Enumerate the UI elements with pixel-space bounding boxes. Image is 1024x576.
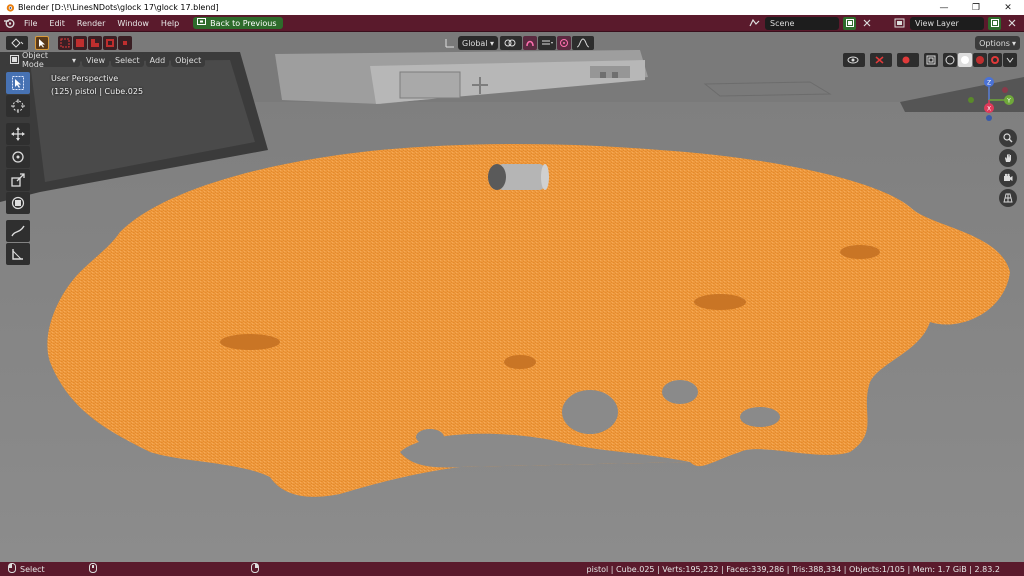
view-layer-field[interactable]: View Layer [910, 16, 984, 30]
chevron-down-icon: ▾ [489, 38, 494, 48]
scale-tool-icon[interactable] [6, 169, 30, 191]
transform-orientation-icon[interactable] [443, 36, 457, 50]
object-mode-label: Object Mode [22, 51, 49, 69]
screen-icon [197, 18, 207, 28]
scene-render [0, 32, 1024, 562]
snap-settings-icon[interactable] [538, 36, 556, 50]
chevron-down-icon: ▾ [71, 55, 76, 65]
menu-file[interactable]: File [18, 19, 43, 28]
menu-edit[interactable]: Edit [43, 19, 71, 28]
shading-options-chevron-icon[interactable] [1003, 53, 1017, 67]
mouse-left-icon [8, 563, 16, 575]
blender-logo-icon [2, 1, 16, 15]
blender-menu-icon[interactable] [0, 17, 18, 29]
menu-view[interactable]: View [82, 53, 109, 67]
xray-icon[interactable] [924, 53, 938, 67]
scene-statistics: pistol | Cube.025 | Verts:195,232 | Face… [586, 564, 1000, 574]
mouse-right-icon [250, 563, 259, 575]
back-to-previous-button[interactable]: Back to Previous [193, 17, 283, 29]
editor-type-icon[interactable] [6, 36, 28, 50]
menu-object[interactable]: Object [171, 53, 206, 67]
select-subtract-icon[interactable] [88, 36, 102, 50]
object-mode-dropdown[interactable]: Object Mode ▾ [6, 51, 80, 69]
viewport-info: User Perspective (125) pistol | Cube.025 [51, 72, 143, 98]
viewport-header-menus: Object Mode ▾ View Select Add Object [0, 51, 1024, 69]
menu-window[interactable]: Window [111, 19, 155, 28]
remove-scene-icon[interactable] [860, 17, 873, 30]
options-dropdown[interactable]: Options ▾ [975, 36, 1020, 50]
perspective-grid-icon[interactable] [999, 189, 1017, 207]
object-mode-icon [10, 54, 19, 66]
transform-orientation-label: Global [462, 38, 488, 48]
gizmo-x-label: X [987, 106, 991, 113]
window-title-bar: Blender [D:\!\LinesNDots\glock 17\glock … [0, 0, 1024, 15]
tool-shelf [6, 72, 32, 266]
shading-solid-icon[interactable] [958, 53, 972, 67]
measure-tool-icon[interactable] [6, 243, 30, 265]
select-invert-icon[interactable] [103, 36, 117, 50]
maximize-button[interactable]: ❐ [960, 0, 992, 15]
select-box-tool-icon[interactable] [35, 36, 49, 50]
gizmos-icon[interactable] [870, 53, 892, 67]
blender-topbar: File Edit Render Window Help Back to Pre… [0, 15, 1024, 32]
transform-tool-icon[interactable] [6, 192, 30, 214]
pan-hand-icon[interactable] [999, 149, 1017, 167]
scene-selector-icon[interactable] [748, 17, 761, 30]
view-perspective-label: User Perspective [51, 74, 119, 83]
snap-toggle-icon[interactable] [523, 36, 537, 50]
proportional-editing-icon[interactable] [557, 36, 571, 50]
gizmo-y-label: Y [1006, 98, 1011, 105]
remove-view-layer-icon[interactable] [1005, 17, 1018, 30]
move-tool-icon[interactable] [6, 123, 30, 145]
select-intersect-icon[interactable] [118, 36, 132, 50]
shading-wireframe-icon[interactable] [943, 53, 957, 67]
menu-select[interactable]: Select [110, 53, 144, 67]
viewport-header-tools: Global ▾ Options ▾ [0, 35, 1024, 51]
select-new-icon[interactable] [58, 36, 72, 50]
menu-help[interactable]: Help [155, 19, 185, 28]
status-bar: Select pistol | Cube.025 | Verts:195,232… [0, 562, 1024, 576]
zoom-icon[interactable] [999, 129, 1017, 147]
falloff-icon[interactable] [572, 36, 594, 50]
visibility-eye-icon[interactable] [843, 53, 865, 67]
camera-view-icon[interactable] [999, 169, 1017, 187]
transform-orientation-dropdown[interactable]: Global ▾ [458, 36, 498, 50]
shading-material-icon[interactable] [973, 53, 987, 67]
menu-add[interactable]: Add [145, 53, 170, 67]
active-object-label: (125) pistol | Cube.025 [51, 87, 144, 96]
select-extend-icon[interactable] [73, 36, 87, 50]
overlays-icon[interactable] [897, 53, 919, 67]
axis-gizmo-icon[interactable]: Z Y X [965, 74, 1021, 134]
gizmo-z-label: Z [987, 80, 991, 87]
chevron-down-icon: ▾ [1011, 38, 1016, 48]
back-to-previous-label: Back to Previous [210, 18, 277, 28]
mouse-middle-icon [88, 563, 97, 575]
new-view-layer-icon[interactable] [988, 16, 1001, 30]
select-tool-icon[interactable] [6, 72, 30, 94]
cursor-tool-icon[interactable] [6, 95, 30, 117]
navigation-gizmo[interactable]: Z Y X [965, 74, 1021, 134]
menu-render[interactable]: Render [71, 19, 111, 28]
status-select-label: Select [20, 564, 45, 574]
scene-name-field[interactable]: Scene [765, 16, 839, 30]
3d-viewport[interactable]: Global ▾ Options ▾ Object Mode ▾ View Se… [0, 32, 1024, 562]
new-scene-icon[interactable] [843, 16, 856, 30]
rotate-tool-icon[interactable] [6, 146, 30, 168]
options-label: Options [979, 38, 1010, 48]
pivot-point-icon[interactable] [500, 36, 522, 50]
close-button[interactable]: ✕ [992, 0, 1024, 15]
view-layer-selector-icon[interactable] [893, 17, 906, 30]
shading-rendered-icon[interactable] [988, 53, 1002, 67]
minimize-button[interactable]: — [928, 0, 960, 15]
window-title: Blender [D:\!\LinesNDots\glock 17\glock … [18, 3, 219, 12]
annotate-tool-icon[interactable] [6, 220, 30, 242]
